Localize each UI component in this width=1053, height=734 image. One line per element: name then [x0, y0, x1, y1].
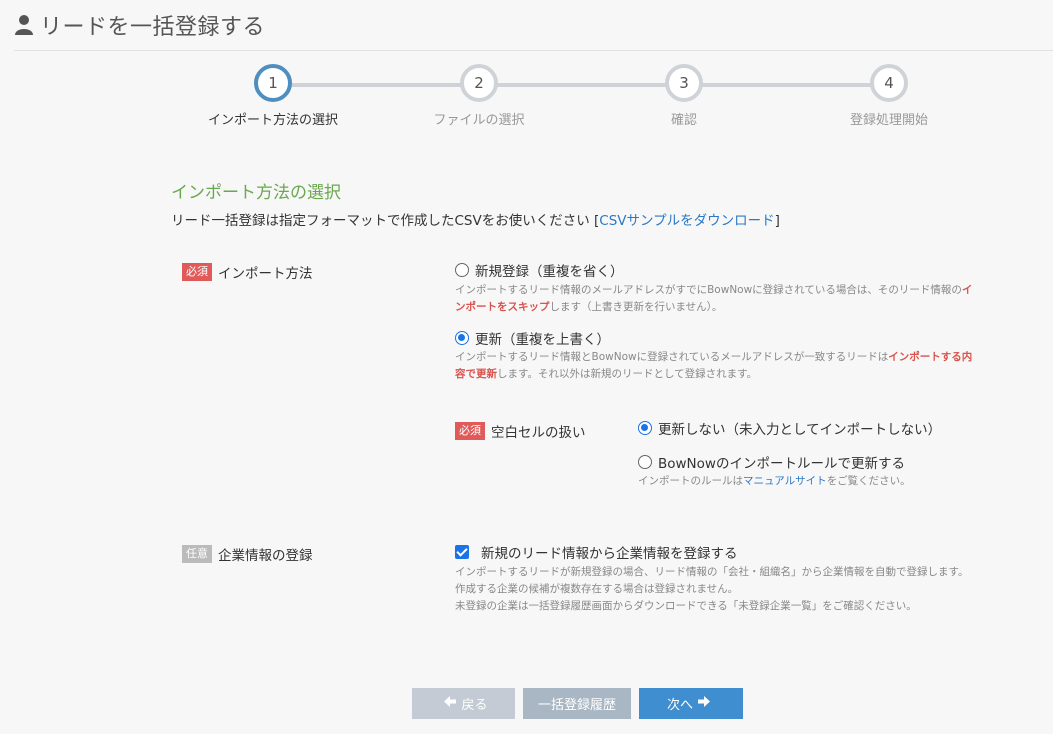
radio-checked[interactable] [455, 331, 469, 345]
step-2: 2 ファイルの選択 [379, 64, 579, 128]
radio-unchecked[interactable] [455, 263, 469, 277]
checkbox-checked[interactable] [455, 545, 469, 559]
optional-badge: 任意 [182, 545, 212, 563]
new-registration-note: インポートするリード情報のメールアドレスがすでにBowNowに登録されている場合… [455, 282, 980, 316]
step-label: ファイルの選択 [433, 113, 525, 128]
blank-cell-label: 空白セルの扱い [491, 425, 586, 441]
blank-cell-label-row: 必須 空白セルの扱い [455, 421, 586, 441]
step-label: インポート方法の選択 [207, 113, 338, 128]
back-button[interactable]: 戻る [412, 688, 515, 719]
step-label: 登録処理開始 [849, 113, 928, 128]
company-label: 企業情報の登録 [218, 548, 313, 564]
arrow-right-icon [698, 696, 710, 711]
history-label: 一括登録履歴 [537, 698, 616, 713]
progress-stepper: 1 インポート方法の選択 2 ファイルの選択 3 確認 4 登録処理開始 [0, 64, 1053, 134]
step-label: 確認 [670, 113, 697, 128]
bulk-history-button[interactable]: 一括登録履歴 [523, 688, 631, 719]
step-number: 1 [254, 64, 292, 102]
step-1: 1 インポート方法の選択 [173, 64, 373, 128]
note-line: 未登録の企業は一括登録履歴画面からダウンロードできる「未登録企業一覧」をご確認く… [455, 600, 917, 612]
option-label: 更新しない（未入力としてインポートしない） [658, 422, 942, 438]
company-label-row: 任意 企業情報の登録 [182, 544, 313, 564]
step-3: 3 確認 [584, 64, 784, 128]
description-text: リード一括登録は指定フォーマットで作成したCSVをお使いください [ [171, 213, 600, 229]
radio-bownow-rule[interactable]: BowNowのインポートルールで更新する [638, 452, 905, 472]
step-number: 2 [460, 64, 498, 102]
description-bracket: ] [774, 213, 780, 229]
back-label: 戻る [461, 698, 488, 713]
section-description: リード一括登録は指定フォーマットで作成したCSVをお使いください [CSVサンプ… [171, 209, 780, 229]
import-method-label: インポート方法 [218, 266, 313, 282]
manual-site-link[interactable]: マニュアルサイト [743, 475, 827, 487]
option-label: 更新（重複を上書く） [475, 332, 610, 348]
option-label: 新規登録（重複を省く） [475, 264, 624, 280]
checkbox-label: 新規のリード情報から企業情報を登録する [481, 546, 738, 562]
note-line: 作成する企業の候補が複数存在する場合は登録されません。 [455, 583, 739, 595]
import-method-label-row: 必須 インポート方法 [182, 262, 313, 282]
page-header: リードを一括登録する [0, 0, 1053, 50]
update-note: インポートするリード情報とBowNowに登録されているメールアドレスが一致するリ… [455, 349, 980, 383]
note-line: インポートするリードが新規登録の場合、リード情報の「会社・組織名」から企業情報を… [455, 566, 969, 578]
note-text: します（上書き更新を行いません）。 [549, 301, 723, 313]
next-label: 次へ [666, 698, 693, 713]
note-text: インポートするリード情報とBowNowに登録されているメールアドレスが一致するリ… [455, 351, 889, 363]
radio-unchecked[interactable] [638, 455, 652, 469]
step-number: 3 [665, 64, 703, 102]
csv-sample-download-link[interactable]: CSVサンプルをダウンロード [599, 213, 774, 229]
note-text: をご覧ください。 [826, 475, 911, 487]
radio-do-not-update[interactable]: 更新しない（未入力としてインポートしない） [638, 418, 941, 438]
step-4: 4 登録処理開始 [789, 64, 989, 128]
required-badge: 必須 [455, 422, 485, 440]
radio-checked[interactable] [638, 421, 652, 435]
section-title: インポート方法の選択 [171, 183, 341, 203]
company-register-checkbox[interactable]: 新規のリード情報から企業情報を登録する [455, 542, 738, 562]
page-title: リードを一括登録する [40, 15, 266, 40]
next-button[interactable]: 次へ [639, 688, 743, 719]
arrow-left-icon [444, 696, 457, 711]
header-divider [14, 50, 1053, 51]
radio-new-registration[interactable]: 新規登録（重複を省く） [455, 260, 624, 280]
note-text: します。それ以外は新規のリードとして登録されます。 [497, 368, 758, 380]
required-badge: 必須 [182, 263, 212, 281]
step-number: 4 [870, 64, 908, 102]
radio-update[interactable]: 更新（重複を上書く） [455, 328, 610, 348]
user-icon [15, 15, 33, 35]
blank-cell-note: インポートのルールはマニュアルサイトをご覧ください。 [638, 473, 911, 490]
company-notes: インポートするリードが新規登録の場合、リード情報の「会社・組織名」から企業情報を… [455, 564, 968, 615]
note-text: インポートのルールは [638, 475, 743, 487]
note-text: インポートするリード情報のメールアドレスがすでにBowNowに登録されている場合… [455, 284, 962, 296]
option-label: BowNowのインポートルールで更新する [658, 456, 905, 472]
